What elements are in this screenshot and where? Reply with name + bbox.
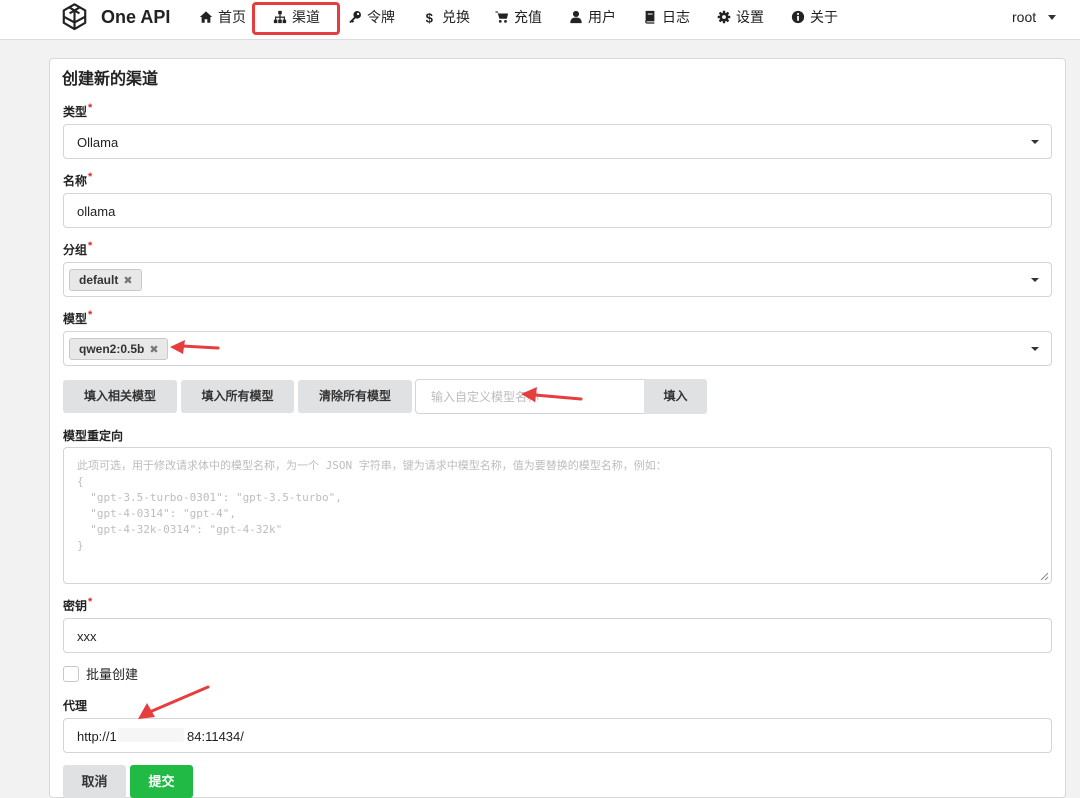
models-label: 模型*: [63, 309, 93, 326]
fill-related-models-button[interactable]: 填入相关模型: [63, 380, 177, 413]
home-icon: [199, 11, 213, 23]
chevron-down-icon: [1031, 278, 1039, 282]
proxy-input[interactable]: http://1 84:11434/: [63, 718, 1052, 753]
submit-button[interactable]: 提交: [130, 765, 193, 798]
nav-item-label: 令牌: [367, 9, 395, 25]
top-nav: One API 首页 渠道 令牌 $ 兑换 充值 用户 日志 设置 关于 roo…: [0, 0, 1080, 40]
nav-item-label: 用户: [588, 9, 616, 25]
book-icon: [645, 10, 655, 24]
group-chip[interactable]: default ✖: [69, 269, 142, 291]
user-menu[interactable]: root: [1012, 6, 1056, 28]
name-value: ollama: [77, 204, 116, 219]
model-mapping-label: 模型重定向: [63, 429, 124, 443]
fill-all-models-button[interactable]: 填入所有模型: [181, 380, 294, 413]
user-icon: [570, 10, 582, 24]
cancel-button[interactable]: 取消: [63, 765, 126, 798]
custom-model-field[interactable]: [415, 379, 646, 414]
resize-handle-icon[interactable]: [1040, 572, 1049, 581]
gear-icon: [717, 10, 731, 24]
form-card: [49, 58, 1066, 798]
type-label: 类型*: [63, 102, 93, 119]
batch-create-checkbox[interactable]: [63, 666, 79, 682]
nav-item-label: 首页: [218, 9, 246, 25]
key-icon: [349, 11, 361, 24]
proxy-value-prefix: http://1: [77, 729, 117, 744]
group-label: 分组*: [63, 240, 93, 257]
type-selected-value: Ollama: [77, 135, 119, 150]
key-label: 密钥*: [63, 596, 93, 613]
proxy-value-suffix: 84:11434/: [187, 729, 244, 744]
key-value: xxx: [77, 629, 97, 644]
chevron-down-icon: [1031, 347, 1039, 351]
openai-logo-icon: [62, 3, 87, 31]
svg-text:$: $: [426, 10, 434, 24]
info-icon: [791, 10, 805, 24]
chevron-down-icon: [1031, 140, 1039, 144]
nav-item-label: 充值: [514, 9, 542, 25]
sitemap-icon: [273, 10, 287, 24]
key-input[interactable]: xxx: [63, 618, 1052, 653]
nav-item-label: 渠道: [292, 9, 320, 25]
nav-item-label: 关于: [810, 9, 838, 25]
custom-model-input[interactable]: [429, 389, 629, 405]
group-multiselect[interactable]: default ✖: [63, 262, 1052, 297]
nav-item-label: 日志: [662, 9, 690, 25]
name-input[interactable]: ollama: [63, 193, 1052, 228]
proxy-label: 代理: [63, 699, 88, 713]
close-icon[interactable]: ✖: [149, 344, 158, 356]
chevron-down-icon: [1048, 15, 1056, 20]
brand-name[interactable]: One API: [101, 7, 170, 27]
name-label: 名称*: [63, 171, 93, 188]
model-mapping-placeholder: 此项可选，用于修改请求体中的模型名称，为一个 JSON 字符串，键为请求中模型名…: [77, 459, 667, 552]
user-name: root: [1012, 9, 1037, 25]
model-mapping-textarea[interactable]: 此项可选，用于修改请求体中的模型名称，为一个 JSON 字符串，键为请求中模型名…: [63, 447, 1052, 584]
clear-all-models-button[interactable]: 清除所有模型: [298, 380, 412, 413]
redacted-region: [118, 728, 184, 742]
model-chip[interactable]: qwen2:0.5b ✖: [69, 338, 168, 360]
nav-item-label: 兑换: [442, 9, 470, 25]
models-multiselect[interactable]: qwen2:0.5b ✖: [63, 331, 1052, 366]
page-title: 创建新的渠道: [62, 71, 159, 88]
type-select[interactable]: Ollama: [63, 124, 1052, 159]
cart-icon: [495, 11, 509, 23]
nav-item-label: 设置: [736, 9, 764, 25]
close-icon[interactable]: ✖: [123, 275, 132, 287]
fill-custom-model-button[interactable]: 填入: [644, 379, 707, 414]
dollar-icon: $: [426, 10, 434, 24]
batch-create-label: 批量创建: [86, 667, 139, 682]
